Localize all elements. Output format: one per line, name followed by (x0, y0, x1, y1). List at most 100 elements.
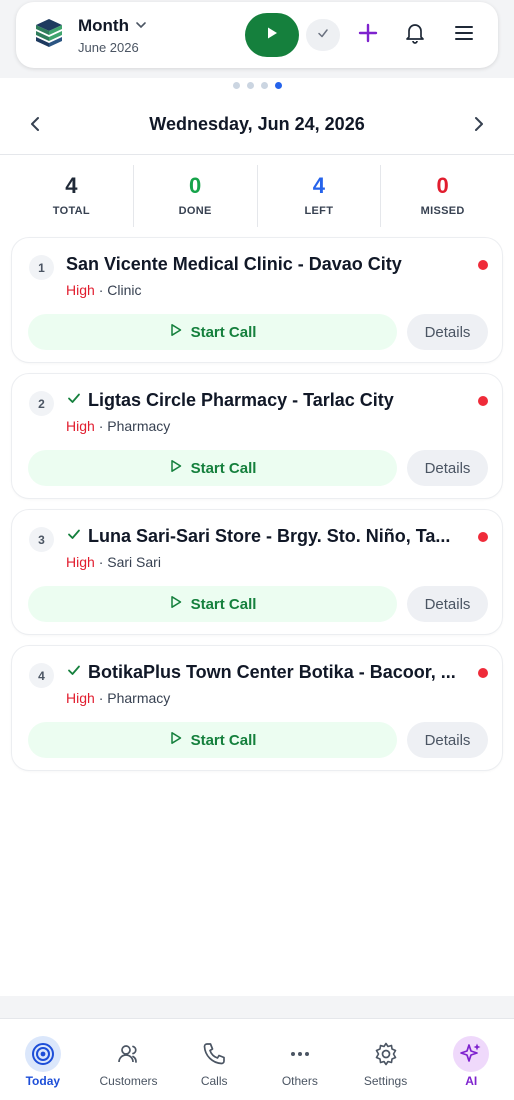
header-bar: Month June 2026 (16, 2, 498, 68)
bottom-tab-bar: Today Customers Calls Others Settings AI (0, 1018, 514, 1100)
play-outline-icon (169, 595, 183, 613)
play-button[interactable] (245, 13, 299, 57)
chevron-right-icon (472, 116, 486, 137)
tab-label: Customers (99, 1074, 158, 1088)
status-dot (478, 260, 488, 270)
priority-label: High (66, 282, 95, 298)
more-icon (282, 1036, 318, 1072)
tab-settings[interactable]: Settings (343, 1019, 429, 1100)
check-icon (66, 662, 82, 683)
check-icon (316, 26, 330, 45)
meta-separator: · (98, 690, 104, 706)
status-dot (478, 396, 488, 406)
call-card[interactable]: 3 Luna Sari-Sari Store - Brgy. Sto. Niño… (11, 509, 503, 635)
card-meta: High · Clinic (66, 282, 141, 298)
phone-icon (196, 1036, 232, 1072)
play-icon (265, 26, 279, 45)
stat-total: 4 TOTAL (10, 165, 133, 227)
customer-type: Clinic (107, 282, 142, 298)
stat-label: TOTAL (52, 205, 90, 217)
card-meta: High · Sari Sari (66, 554, 161, 570)
logo-icon (34, 17, 64, 51)
page-dot-active[interactable] (274, 82, 282, 89)
start-call-button[interactable]: Start Call (28, 722, 397, 758)
tab-customers[interactable]: Customers (86, 1019, 172, 1100)
customer-type: Pharmacy (107, 690, 171, 706)
stat-done: 0 DONE (132, 165, 257, 227)
next-day-button[interactable] (466, 113, 492, 139)
stat-value: 4 (65, 173, 78, 198)
tab-label: Others (281, 1074, 318, 1088)
call-card[interactable]: 2 Ligtas Circle Pharmacy - Tarlac City H… (11, 373, 503, 499)
details-button[interactable]: Details (407, 586, 488, 622)
chevron-down-icon (135, 16, 147, 36)
card-meta: High · Pharmacy (66, 690, 170, 706)
bell-icon (403, 21, 427, 50)
customer-type: Sari Sari (107, 554, 161, 570)
tab-label: AI (465, 1074, 478, 1088)
customer-name-text: Ligtas Circle Pharmacy - Tarlac City (88, 390, 394, 410)
check-icon (66, 390, 82, 411)
meta-separator: · (98, 418, 104, 434)
top-area: Month June 2026 (0, 0, 514, 78)
start-call-label: Start Call (190, 595, 257, 613)
call-card[interactable]: 4 BotikaPlus Town Center Botika - Bacoor… (11, 645, 503, 771)
view-subtitle: June 2026 (78, 40, 139, 55)
complete-button[interactable] (306, 19, 340, 51)
tab-others[interactable]: Others (257, 1019, 343, 1100)
order-badge: 4 (29, 663, 54, 688)
bottom-spacer (0, 996, 514, 1018)
priority-label: High (66, 690, 95, 706)
card-meta: High · Pharmacy (66, 418, 170, 434)
status-dot (478, 668, 488, 678)
target-icon (24, 1036, 61, 1072)
start-call-label: Start Call (190, 459, 257, 477)
start-call-button[interactable]: Start Call (28, 450, 397, 486)
tab-today[interactable]: Today (0, 1019, 86, 1100)
tab-calls[interactable]: Calls (171, 1019, 257, 1100)
customer-name: Luna Sari-Sari Store - Brgy. Sto. Niño, … (66, 526, 464, 547)
play-outline-icon (169, 731, 183, 749)
customer-name-text: BotikaPlus Town Center Botika - Bacoor, … (88, 662, 456, 682)
order-badge: 2 (29, 391, 54, 416)
stat-value: 4 (312, 173, 325, 198)
customer-name: San Vicente Medical Clinic - Davao City (66, 254, 464, 275)
page-dot[interactable] (246, 82, 254, 89)
order-badge: 1 (29, 255, 54, 280)
check-icon (66, 526, 82, 547)
details-button[interactable]: Details (407, 450, 488, 486)
stat-label: MISSED (420, 205, 465, 217)
customer-name-text: Luna Sari-Sari Store - Brgy. Sto. Niño, … (88, 526, 451, 546)
divider (0, 154, 514, 155)
meta-separator: · (98, 282, 104, 298)
tab-ai[interactable]: AI (428, 1019, 514, 1100)
stat-left: 4 LEFT (256, 165, 381, 227)
play-outline-icon (169, 459, 183, 477)
menu-button[interactable] (450, 21, 478, 49)
stats-row: 4 TOTAL 0 DONE 4 LEFT 0 MISSED (10, 165, 504, 227)
start-call-button[interactable]: Start Call (28, 314, 397, 350)
start-call-label: Start Call (190, 731, 257, 749)
priority-label: High (66, 554, 95, 570)
sparkles-icon (453, 1036, 490, 1072)
page-indicator (0, 82, 514, 89)
start-call-button[interactable]: Start Call (28, 586, 397, 622)
view-title: Month (78, 16, 129, 35)
tab-label: Today (25, 1074, 61, 1088)
customer-name-text: San Vicente Medical Clinic - Davao City (66, 254, 402, 274)
page-dot[interactable] (232, 82, 240, 89)
details-button[interactable]: Details (407, 722, 488, 758)
tab-label: Settings (363, 1074, 408, 1088)
stat-label: DONE (178, 205, 212, 217)
priority-label: High (66, 418, 95, 434)
notifications-button[interactable] (401, 21, 429, 49)
stat-value: 0 (189, 173, 202, 198)
order-badge: 3 (29, 527, 54, 552)
page-dot[interactable] (260, 82, 268, 89)
call-card[interactable]: 1 San Vicente Medical Clinic - Davao Cit… (11, 237, 503, 363)
details-button[interactable]: Details (407, 314, 488, 350)
tab-label: Calls (200, 1074, 228, 1088)
add-button[interactable] (354, 21, 382, 49)
view-selector[interactable]: Month (78, 16, 147, 36)
stat-value: 0 (436, 173, 449, 198)
